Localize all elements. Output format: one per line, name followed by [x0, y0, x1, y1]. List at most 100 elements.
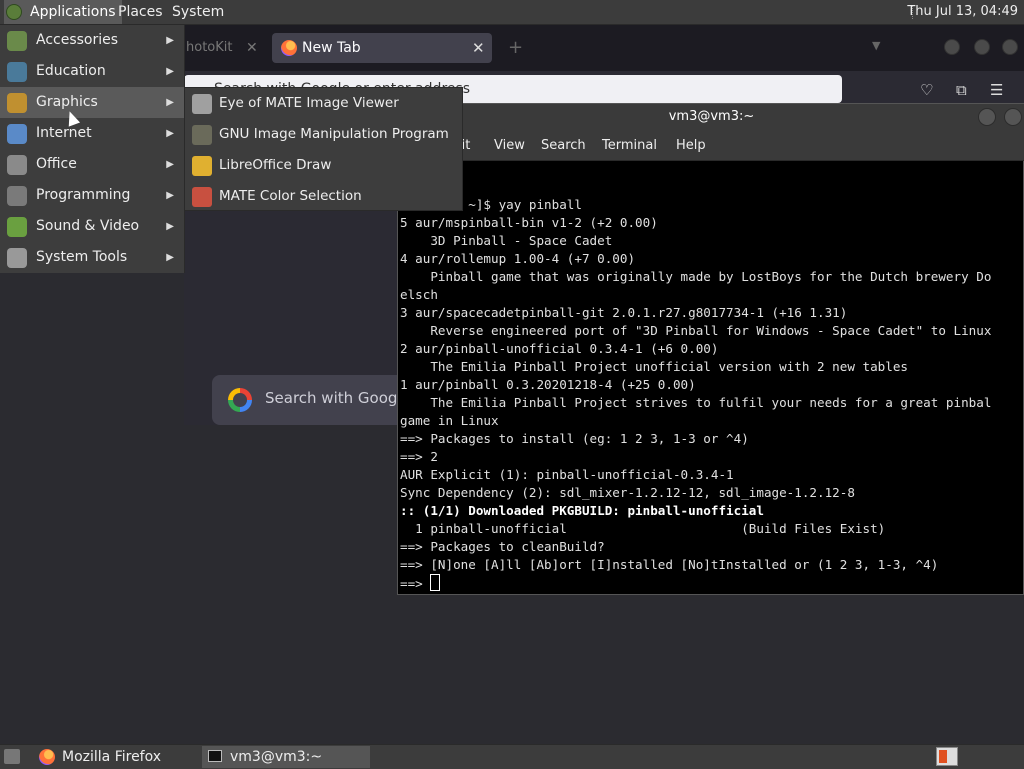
- close-icon[interactable]: ✕: [472, 33, 485, 63]
- menu-item-education[interactable]: Education ▶: [0, 56, 184, 87]
- programming-icon: [7, 186, 27, 206]
- terminal-line: Pinball game that was originally made by…: [400, 269, 992, 284]
- tab-title: New Tab: [302, 40, 361, 56]
- terminal-line: :: (1/1) Downloaded PKGBUILD: pinball-un…: [400, 503, 764, 518]
- close-icon[interactable]: ✕: [246, 35, 258, 61]
- terminal-cursor: [430, 574, 441, 591]
- menu-terminal[interactable]: Terminal: [602, 132, 657, 160]
- menu-item-accessories[interactable]: Accessories ▶: [0, 25, 184, 56]
- menu-item-internet[interactable]: Internet ▶: [0, 118, 184, 149]
- terminal-line: The Emilia Pinball Project unofficial ve…: [400, 359, 908, 374]
- workspace-switcher[interactable]: [936, 747, 958, 766]
- taskbar-terminal[interactable]: vm3@vm3:~: [202, 746, 370, 768]
- minimize-icon[interactable]: [944, 39, 960, 55]
- menu-item-label: Internet: [36, 125, 92, 141]
- color-selection-icon: [192, 187, 212, 207]
- submenu-item-eye-of-mate[interactable]: Eye of MATE Image Viewer: [185, 88, 464, 119]
- terminal-prompt-line[interactable]: ==>: [400, 574, 1023, 593]
- chevron-right-icon: ▶: [166, 66, 174, 77]
- taskbar-label: vm3@vm3:~: [230, 749, 323, 765]
- menu-item-label: Programming: [36, 187, 131, 203]
- graphics-icon: [7, 93, 27, 113]
- minimize-icon[interactable]: [978, 108, 996, 126]
- submenu-item-gimp[interactable]: GNU Image Manipulation Program: [185, 119, 464, 150]
- terminal-line: elsch: [400, 287, 438, 302]
- applications-label: Applications: [30, 4, 116, 20]
- libreoffice-draw-icon: [192, 156, 212, 176]
- education-icon: [7, 62, 27, 82]
- menu-item-office[interactable]: Office ▶: [0, 149, 184, 180]
- menu-item-label: System Tools: [36, 249, 128, 265]
- maximize-icon[interactable]: [974, 39, 990, 55]
- office-icon: [7, 155, 27, 175]
- maximize-icon[interactable]: [1004, 108, 1022, 126]
- accessories-icon: [7, 31, 27, 51]
- system-menu-button[interactable]: System: [172, 0, 224, 24]
- chevron-down-icon[interactable]: ▼: [872, 39, 880, 52]
- terminal-line: ==> 2: [400, 449, 438, 464]
- terminal-line: ==> Packages to install (eg: 1 2 3, 1-3 …: [400, 431, 749, 446]
- clock[interactable]: Thu Jul 13, 04:49: [907, 0, 1018, 24]
- terminal-line: 2 aur/pinball-unofficial 0.3.4-1 (+6 0.0…: [400, 341, 719, 356]
- terminal-line: 4 aur/rollemup 1.00-4 (+7 0.00): [400, 251, 636, 266]
- terminal-line: 1 aur/pinball 0.3.20201218-4 (+25 0.00): [400, 377, 696, 392]
- submenu-item-label: GNU Image Manipulation Program: [219, 126, 449, 142]
- submenu-item-label: Eye of MATE Image Viewer: [219, 95, 399, 111]
- pocket-icon[interactable]: ♡: [920, 81, 933, 99]
- terminal-line: 1 pinball-unofficial (Build Files Exist): [400, 521, 886, 536]
- menu-help[interactable]: Help: [676, 132, 706, 160]
- submenu-item-color-selection[interactable]: MATE Color Selection: [185, 181, 464, 212]
- show-desktop-icon[interactable]: [4, 749, 20, 764]
- places-menu-button[interactable]: Places: [118, 0, 163, 24]
- hamburger-menu-icon[interactable]: ☰: [990, 81, 1003, 99]
- terminal-prompt: ==>: [400, 576, 431, 591]
- menu-item-programming[interactable]: Programming ▶: [0, 180, 184, 211]
- tab-inactive[interactable]: hotoKit: [184, 35, 272, 61]
- terminal-line: 3D Pinball - Space Cadet: [400, 233, 613, 248]
- menu-item-label: Sound & Video: [36, 218, 140, 234]
- menu-item-graphics[interactable]: Graphics ▶: [0, 87, 184, 118]
- terminal-output[interactable]: [vm3@vm3 ~]$ yay pinball 5 aur/mspinball-…: [400, 196, 1023, 593]
- search-placeholder: Search with Google: [265, 389, 411, 407]
- extensions-icon[interactable]: ⧉: [956, 81, 967, 99]
- firefox-tab-bar: hotoKit ✕ New Tab ✕ + ▼: [184, 25, 1024, 71]
- terminal-titlebar[interactable]: vm3@vm3:~: [398, 104, 1024, 132]
- menu-view[interactable]: View: [494, 132, 525, 160]
- menu-item-label: Accessories: [36, 32, 119, 48]
- top-panel: Applications Places System Thu Jul 13, 0…: [0, 0, 1024, 25]
- terminal-line: ==> Packages to cleanBuild?: [400, 539, 605, 554]
- menu-item-system-tools[interactable]: System Tools ▶: [0, 242, 184, 273]
- bottom-panel: Mozilla Firefox vm3@vm3:~: [0, 744, 1024, 769]
- chevron-right-icon: ▶: [166, 97, 174, 108]
- internet-icon: [7, 124, 27, 144]
- window-title: vm3@vm3:~: [668, 109, 755, 124]
- submenu-item-label: MATE Color Selection: [219, 188, 362, 204]
- terminal-icon: [208, 750, 222, 762]
- terminal-line: AUR Explicit (1): pinball-unofficial-0.3…: [400, 467, 734, 482]
- submenu-item-libreoffice-draw[interactable]: LibreOffice Draw: [185, 150, 464, 181]
- terminal-line: Sync Dependency (2): sdl_mixer-1.2.12-12…: [400, 485, 855, 500]
- terminal-line: The Emilia Pinball Project strives to fu…: [400, 395, 992, 410]
- terminal-line: 3 aur/spacecadetpinball-git 2.0.1.r27.g8…: [400, 305, 848, 320]
- gimp-icon: [192, 125, 212, 145]
- graphics-submenu: Eye of MATE Image Viewer GNU Image Manip…: [184, 87, 463, 211]
- terminal-menubar: lit View Search Terminal Help: [398, 132, 1024, 161]
- terminal-line: [vm3@vm3 ~]$ yay pinball: [400, 197, 582, 212]
- taskbar-firefox[interactable]: Mozilla Firefox: [34, 746, 196, 768]
- menu-search[interactable]: Search: [541, 132, 586, 160]
- chevron-right-icon: ▶: [166, 190, 174, 201]
- close-window-icon[interactable]: [1002, 39, 1018, 55]
- terminal-line: game in Linux: [400, 413, 499, 428]
- new-tab-button[interactable]: +: [508, 37, 523, 58]
- google-icon: [228, 388, 252, 412]
- menu-item-label: Education: [36, 63, 106, 79]
- tab-new-tab[interactable]: New Tab ✕: [272, 33, 492, 63]
- menu-item-label: Office: [36, 156, 77, 172]
- menu-item-sound-video[interactable]: Sound & Video ▶: [0, 211, 184, 242]
- sound-video-icon: [7, 217, 27, 237]
- system-tools-icon: [7, 248, 27, 268]
- firefox-icon: [281, 40, 297, 56]
- mate-logo-icon: [6, 4, 22, 20]
- taskbar-label: Mozilla Firefox: [62, 749, 162, 765]
- chevron-right-icon: ▶: [166, 159, 174, 170]
